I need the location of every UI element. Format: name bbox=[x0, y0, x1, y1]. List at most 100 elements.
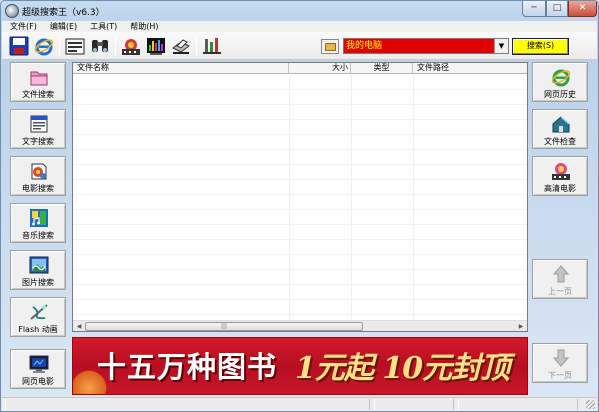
column-header-type[interactable]: 类型 bbox=[351, 63, 413, 74]
location-value: 我的电脑 bbox=[346, 41, 383, 51]
film-button[interactable] bbox=[119, 35, 143, 57]
maximize-button[interactable]: □ bbox=[546, 1, 568, 17]
music-search-button[interactable]: 音乐搜索 bbox=[10, 203, 66, 243]
menu-tools[interactable]: 工具(T) bbox=[82, 21, 122, 32]
chevron-down-icon[interactable]: ▼ bbox=[494, 39, 508, 53]
menu-file[interactable]: 文件(F) bbox=[2, 21, 42, 32]
music-search-label: 音乐搜索 bbox=[22, 231, 54, 240]
file-search-button[interactable]: 文件搜索 bbox=[10, 62, 66, 102]
results-table[interactable]: 文件名称 大小 类型 文件路径 ◀ ||| ▶ bbox=[72, 62, 528, 332]
equalizer-button[interactable] bbox=[144, 35, 168, 57]
folder-icon bbox=[325, 43, 336, 51]
menu-help[interactable]: 帮助(H) bbox=[122, 21, 163, 32]
web-history-label: 网页历史 bbox=[544, 90, 576, 99]
scroll-right-arrow[interactable]: ▶ bbox=[516, 322, 526, 331]
banner-headline: 十五万种图书 bbox=[97, 350, 278, 384]
up-arrow-icon bbox=[552, 265, 570, 283]
text-search-button[interactable]: 文字搜索 bbox=[10, 109, 66, 149]
film-reel-icon bbox=[31, 163, 47, 180]
column-header-size[interactable]: 大小 bbox=[289, 63, 351, 74]
save-icon bbox=[9, 36, 29, 56]
folder-icon bbox=[30, 71, 48, 86]
scroll-left-arrow[interactable]: ◀ bbox=[74, 322, 84, 331]
location-combobox[interactable]: 我的电脑 ▼ bbox=[343, 38, 509, 54]
hd-movie-label: 高清电影 bbox=[544, 184, 576, 193]
film-icon bbox=[122, 39, 140, 55]
file-check-button[interactable]: 文件检查 bbox=[532, 109, 588, 149]
window-title: 超级搜索王（v6.3） bbox=[22, 8, 105, 18]
hd-film-icon bbox=[552, 163, 570, 180]
ie-icon bbox=[34, 38, 54, 56]
status-panel-main bbox=[5, 399, 370, 410]
tools-icon bbox=[203, 38, 221, 54]
web-movie-button[interactable]: 网页电影 bbox=[10, 349, 66, 389]
flash-icon bbox=[30, 304, 48, 320]
resize-grip[interactable] bbox=[586, 400, 595, 409]
image-search-button[interactable]: 图片搜索 bbox=[10, 250, 66, 290]
title-bar: 超级搜索王（v6.3） ─ □ ✕ bbox=[1, 1, 598, 21]
flash-animation-label: Flash 动画 bbox=[18, 325, 58, 334]
app-icon bbox=[5, 4, 19, 18]
monitor-icon bbox=[29, 355, 49, 373]
row-divider bbox=[73, 179, 527, 180]
music-icon bbox=[30, 209, 48, 227]
file-search-label: 文件搜索 bbox=[22, 90, 54, 99]
equalizer-icon bbox=[147, 38, 165, 55]
row-divider bbox=[73, 134, 527, 135]
toolbar-separator bbox=[196, 36, 197, 56]
down-arrow-icon bbox=[552, 349, 570, 367]
search-button[interactable]: 搜索(S) bbox=[512, 38, 569, 55]
ad-banner[interactable]: 十五万种图书 1元起 10元封顶 bbox=[72, 337, 528, 395]
row-divider bbox=[73, 269, 527, 270]
next-page-label: 下一页 bbox=[548, 371, 572, 380]
hd-movie-button[interactable]: 高清电影 bbox=[532, 156, 588, 196]
row-divider bbox=[73, 284, 527, 285]
row-divider bbox=[73, 194, 527, 195]
row-divider bbox=[73, 314, 527, 315]
next-page-button[interactable]: 下一页 bbox=[532, 343, 588, 383]
row-divider bbox=[73, 254, 527, 255]
close-button[interactable]: ✕ bbox=[568, 1, 597, 17]
prev-page-label: 上一页 bbox=[548, 287, 572, 296]
browser-button[interactable] bbox=[32, 35, 56, 57]
tape-icon bbox=[65, 38, 85, 55]
row-divider bbox=[73, 149, 527, 150]
results-header: 文件名称 大小 类型 文件路径 bbox=[73, 63, 527, 74]
row-divider bbox=[73, 239, 527, 240]
row-divider bbox=[73, 119, 527, 120]
file-check-label: 文件检查 bbox=[544, 137, 576, 146]
minimize-button[interactable]: ─ bbox=[522, 1, 546, 17]
status-bar bbox=[2, 397, 597, 411]
row-divider bbox=[73, 104, 527, 105]
document-icon bbox=[30, 115, 48, 133]
scanner-icon bbox=[172, 39, 190, 54]
status-panel-tertiary bbox=[458, 399, 578, 410]
movie-search-button[interactable]: 电影搜索 bbox=[10, 156, 66, 196]
scanner-button[interactable] bbox=[169, 35, 193, 57]
toolbar-separator bbox=[115, 36, 116, 56]
binoculars-icon bbox=[92, 40, 108, 52]
toolbar: 我的电脑 ▼ 搜索(S) bbox=[2, 32, 597, 60]
find-button[interactable] bbox=[88, 35, 112, 57]
row-divider bbox=[73, 209, 527, 210]
scroll-thumb[interactable]: ||| bbox=[85, 322, 363, 331]
browse-folder-button[interactable] bbox=[321, 39, 339, 54]
flash-animation-button[interactable]: Flash 动画 bbox=[10, 297, 66, 337]
column-header-path[interactable]: 文件路径 bbox=[413, 63, 527, 74]
picture-icon bbox=[29, 256, 49, 274]
row-divider bbox=[73, 89, 527, 90]
status-panel-secondary bbox=[374, 399, 454, 410]
toolbar-separator bbox=[59, 36, 60, 56]
horizontal-scrollbar[interactable]: ◀ ||| ▶ bbox=[73, 320, 527, 331]
tape-button[interactable] bbox=[63, 35, 87, 57]
house-icon bbox=[552, 116, 570, 133]
row-divider bbox=[73, 224, 527, 225]
movie-search-label: 电影搜索 bbox=[22, 184, 54, 193]
web-movie-label: 网页电影 bbox=[22, 377, 54, 386]
prev-page-button[interactable]: 上一页 bbox=[532, 259, 588, 299]
tools-button[interactable] bbox=[200, 35, 224, 57]
column-header-filename[interactable]: 文件名称 bbox=[73, 63, 289, 74]
web-history-button[interactable]: 网页历史 bbox=[532, 62, 588, 102]
save-button[interactable] bbox=[7, 35, 31, 57]
menu-edit[interactable]: 编辑(E) bbox=[42, 21, 82, 32]
